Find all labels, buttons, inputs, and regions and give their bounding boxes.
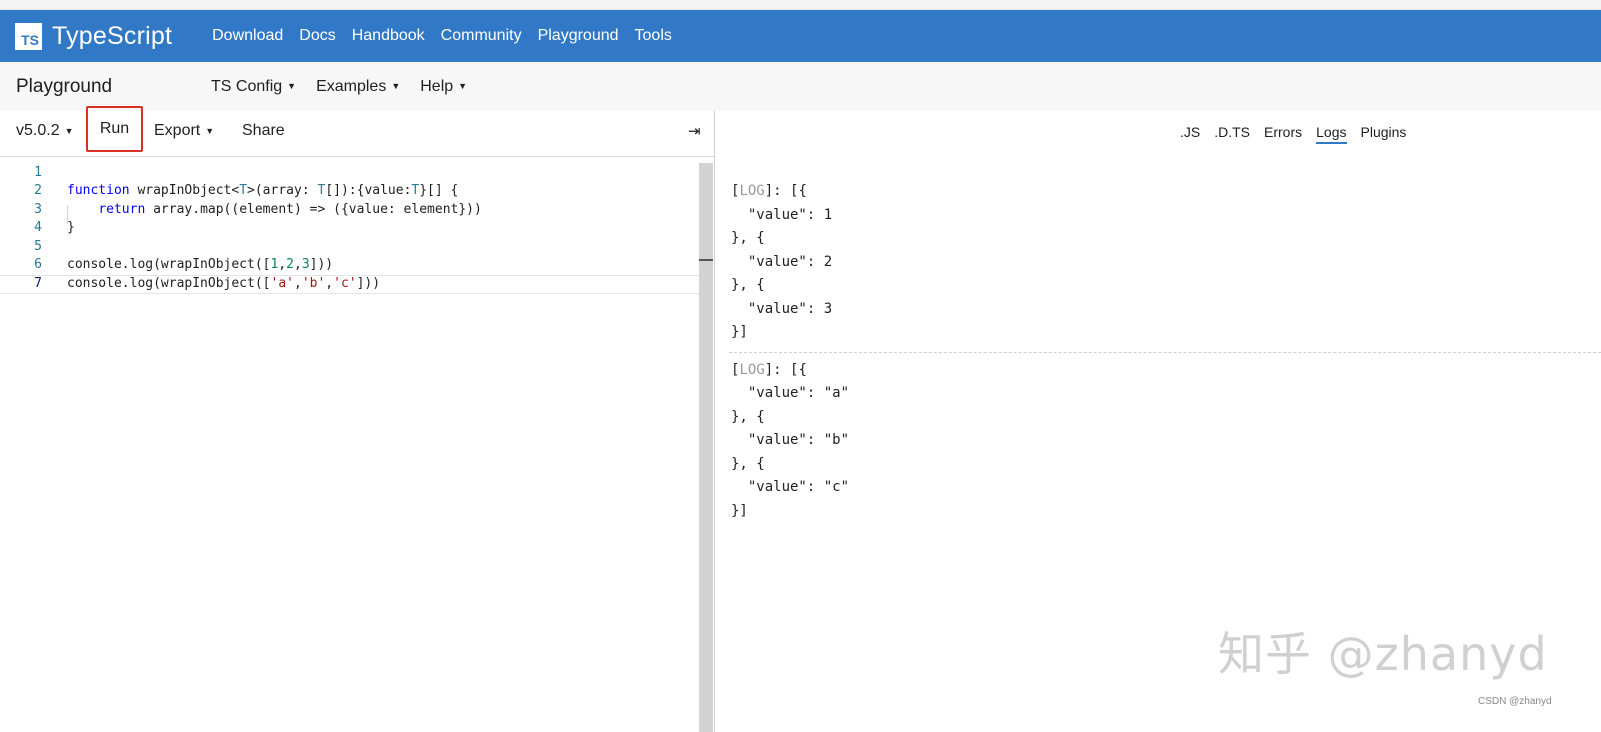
caret-down-icon: ▼ — [391, 81, 401, 92]
log-tag: LOG — [739, 183, 765, 199]
tab-logs[interactable]: Logs — [1316, 124, 1347, 144]
ts-config-label: TS Config — [211, 77, 283, 95]
code-line: 6 console.log(wrapInObject([1,2,3])) — [0, 257, 713, 276]
code-line: 2 function wrapInObject<T>(array: T[]):{… — [0, 183, 713, 202]
version-label: v5.0.2 — [16, 122, 60, 139]
collapse-sidebar-icon[interactable]: ⇥ — [688, 122, 701, 140]
log-entry: [LOG]: [{ "value": "a" }, { "value": "b"… — [731, 361, 850, 519]
tab-js[interactable]: .JS — [1180, 124, 1200, 144]
log-entry: [LOG]: [{ "value": 1 }, { "value": 2 }, … — [731, 183, 833, 340]
help-menu[interactable]: Help ▼ — [420, 78, 467, 96]
code-text: return array.map((element) => ({value: e… — [98, 202, 482, 217]
code-line: 4 } — [0, 220, 713, 239]
ts-logo-icon: TS — [15, 22, 42, 50]
examples-menu[interactable]: Examples ▼ — [316, 78, 400, 96]
line-number: 2 — [34, 183, 42, 198]
nav-docs[interactable]: Docs — [299, 27, 335, 45]
code-text: } — [67, 220, 75, 235]
line-number: 6 — [34, 257, 42, 272]
run-button[interactable]: Run — [86, 106, 143, 152]
ts-config-menu[interactable]: TS Config ▼ — [211, 78, 296, 96]
top-navigation: TS TypeScript Download Docs Handbook Com… — [0, 10, 1601, 62]
code-line: 5 — [0, 239, 713, 258]
pane-divider[interactable] — [714, 111, 715, 732]
code-text: console.log(wrapInObject([1,2,3])) — [67, 257, 334, 272]
output-tabs: .JS .D.TS Errors Logs Plugins — [1180, 124, 1420, 144]
nav-handbook[interactable]: Handbook — [352, 27, 425, 45]
log-body: : [{ "value": 1 }, { "value": 2 }, { "va… — [731, 183, 833, 340]
editor-scrollbar[interactable] — [699, 163, 713, 732]
caret-down-icon: ▼ — [458, 81, 468, 92]
line-number: 4 — [34, 220, 42, 235]
log-separator — [729, 352, 1601, 353]
examples-label: Examples — [316, 77, 387, 95]
typescript-logo[interactable]: TS TypeScript — [15, 22, 172, 51]
line-number: 5 — [34, 239, 42, 254]
caret-down-icon: ▼ — [205, 125, 215, 136]
code-text: function wrapInObject<T>(array: T[]):{va… — [67, 183, 459, 198]
export-label: Export — [154, 122, 201, 139]
credit-text: CSDN @zhanyd — [1478, 696, 1552, 707]
caret-down-icon: ▼ — [64, 125, 74, 136]
page-title: Playground — [16, 75, 113, 97]
tab-errors[interactable]: Errors — [1264, 124, 1302, 144]
line-number: 3 — [34, 202, 42, 217]
bookmarks-bar — [0, 0, 1601, 10]
nav-links: Download Docs Handbook Community Playgro… — [212, 27, 688, 45]
export-menu[interactable]: Export ▼ — [154, 122, 214, 140]
log-tag: LOG — [739, 361, 765, 378]
tab-dts[interactable]: .D.TS — [1214, 124, 1250, 144]
version-select[interactable]: v5.0.2 ▼ — [16, 122, 74, 140]
line-number: 7 — [34, 276, 42, 291]
help-label: Help — [420, 77, 454, 95]
tab-plugins[interactable]: Plugins — [1361, 124, 1407, 144]
watermark: 知乎 @zhanyd — [1218, 627, 1548, 681]
line-number: 1 — [34, 165, 42, 180]
scrollbar-cursor-marker — [699, 259, 713, 261]
code-line: 1 — [0, 165, 713, 184]
nav-tools[interactable]: Tools — [635, 27, 672, 45]
code-editor[interactable]: 1 2 function wrapInObject<T>(array: T[])… — [0, 157, 715, 732]
log-body: : [{ "value": "a" }, { "value": "b" }, {… — [731, 361, 850, 519]
code-line: 3 return array.map((element) => ({value:… — [0, 202, 713, 221]
logo-text: TypeScript — [52, 21, 173, 50]
playground-subbar: Playground TS Config ▼ Examples ▼ Help ▼ — [0, 62, 1601, 111]
caret-down-icon: ▼ — [287, 81, 297, 92]
code-text: console.log(wrapInObject(['a','b','c'])) — [67, 276, 381, 291]
nav-community[interactable]: Community — [441, 27, 522, 45]
nav-download[interactable]: Download — [212, 27, 283, 45]
nav-playground[interactable]: Playground — [538, 27, 619, 45]
share-button[interactable]: Share — [242, 122, 285, 140]
code-line-current: 7 console.log(wrapInObject(['a','b','c']… — [0, 275, 713, 294]
